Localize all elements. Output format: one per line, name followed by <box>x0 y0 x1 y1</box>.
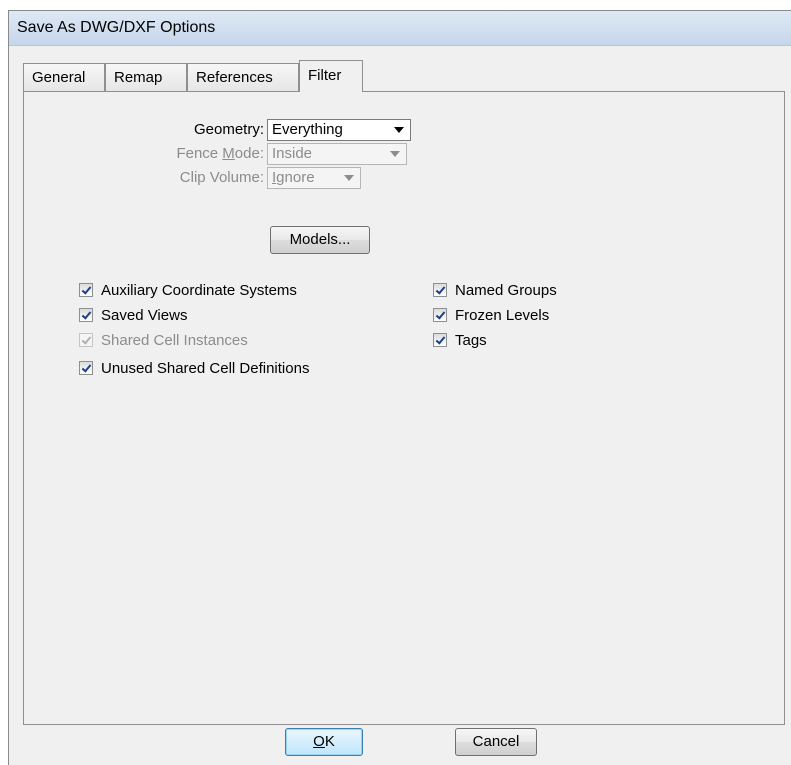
geometry-dropdown[interactable]: Everything <box>267 119 411 141</box>
checkbox-label: Frozen Levels <box>455 307 550 324</box>
chevron-down-icon <box>344 175 354 181</box>
checkbox-label: Unused Shared Cell Definitions <box>101 360 310 377</box>
fence-mode-label-post: ode: <box>234 145 264 162</box>
checkbox-box[interactable] <box>79 361 93 375</box>
checkbox-box[interactable] <box>79 333 93 347</box>
geometry-label: Geometry: <box>193 121 264 138</box>
tab-remap[interactable]: Remap <box>105 63 187 91</box>
tab-remap-label: Remap <box>114 69 163 86</box>
ok-button-accel: O <box>313 733 325 750</box>
window-title: Save As DWG/DXF Options <box>17 19 216 36</box>
clip-volume-label: Clip Volume: <box>179 169 264 186</box>
fence-mode-dropdown[interactable]: Inside <box>267 143 407 165</box>
fence-mode-value: Inside <box>272 145 313 162</box>
geometry-value: Everything <box>272 121 343 138</box>
fence-mode-label: Fence Mode: <box>124 145 264 162</box>
checkbox-label: Tags <box>455 332 487 349</box>
models-button[interactable]: Models... <box>270 226 370 254</box>
checkbox-box[interactable] <box>79 283 93 297</box>
fence-mode-label-accel: M <box>222 145 235 162</box>
tab-references-label: References <box>196 69 273 86</box>
chevron-down-icon <box>394 127 404 133</box>
checkbox-box[interactable] <box>433 308 447 322</box>
checkbox-box[interactable] <box>433 283 447 297</box>
tab-general[interactable]: General <box>23 63 105 91</box>
tab-general-label: General <box>32 69 86 86</box>
ok-button-label: OK <box>313 733 335 750</box>
cancel-button[interactable]: Cancel <box>455 728 537 756</box>
tab-filter-label: Filter <box>308 67 342 84</box>
checkbox-label: Saved Views <box>101 307 188 324</box>
clip-volume-value-rest: gnore <box>276 169 315 186</box>
checkbox-label: Shared Cell Instances <box>101 332 248 349</box>
ok-button-rest: K <box>324 733 335 750</box>
cancel-button-label: Cancel <box>472 733 520 750</box>
filter-panel: Geometry: Everything Fence Mode: Inside … <box>23 91 785 725</box>
chevron-down-icon <box>390 151 400 157</box>
ok-button[interactable]: OK <box>285 728 363 756</box>
clip-volume-value: Ignore <box>272 169 315 186</box>
checkbox-box[interactable] <box>79 308 93 322</box>
tab-references[interactable]: References <box>187 63 299 91</box>
checkbox-box[interactable] <box>433 333 447 347</box>
tab-filter[interactable]: Filter <box>299 60 363 92</box>
clip-volume-dropdown[interactable]: Ignore <box>267 167 361 189</box>
dialog-window: Save As DWG/DXF Options General Remap Re… <box>8 10 791 765</box>
fence-mode-label-pre: Fence <box>176 145 223 162</box>
title-bar[interactable]: Save As DWG/DXF Options <box>9 11 791 46</box>
checkbox-label: Named Groups <box>455 282 557 299</box>
checkbox-label: Auxiliary Coordinate Systems <box>101 282 297 299</box>
models-button-label: Models... <box>289 231 351 248</box>
